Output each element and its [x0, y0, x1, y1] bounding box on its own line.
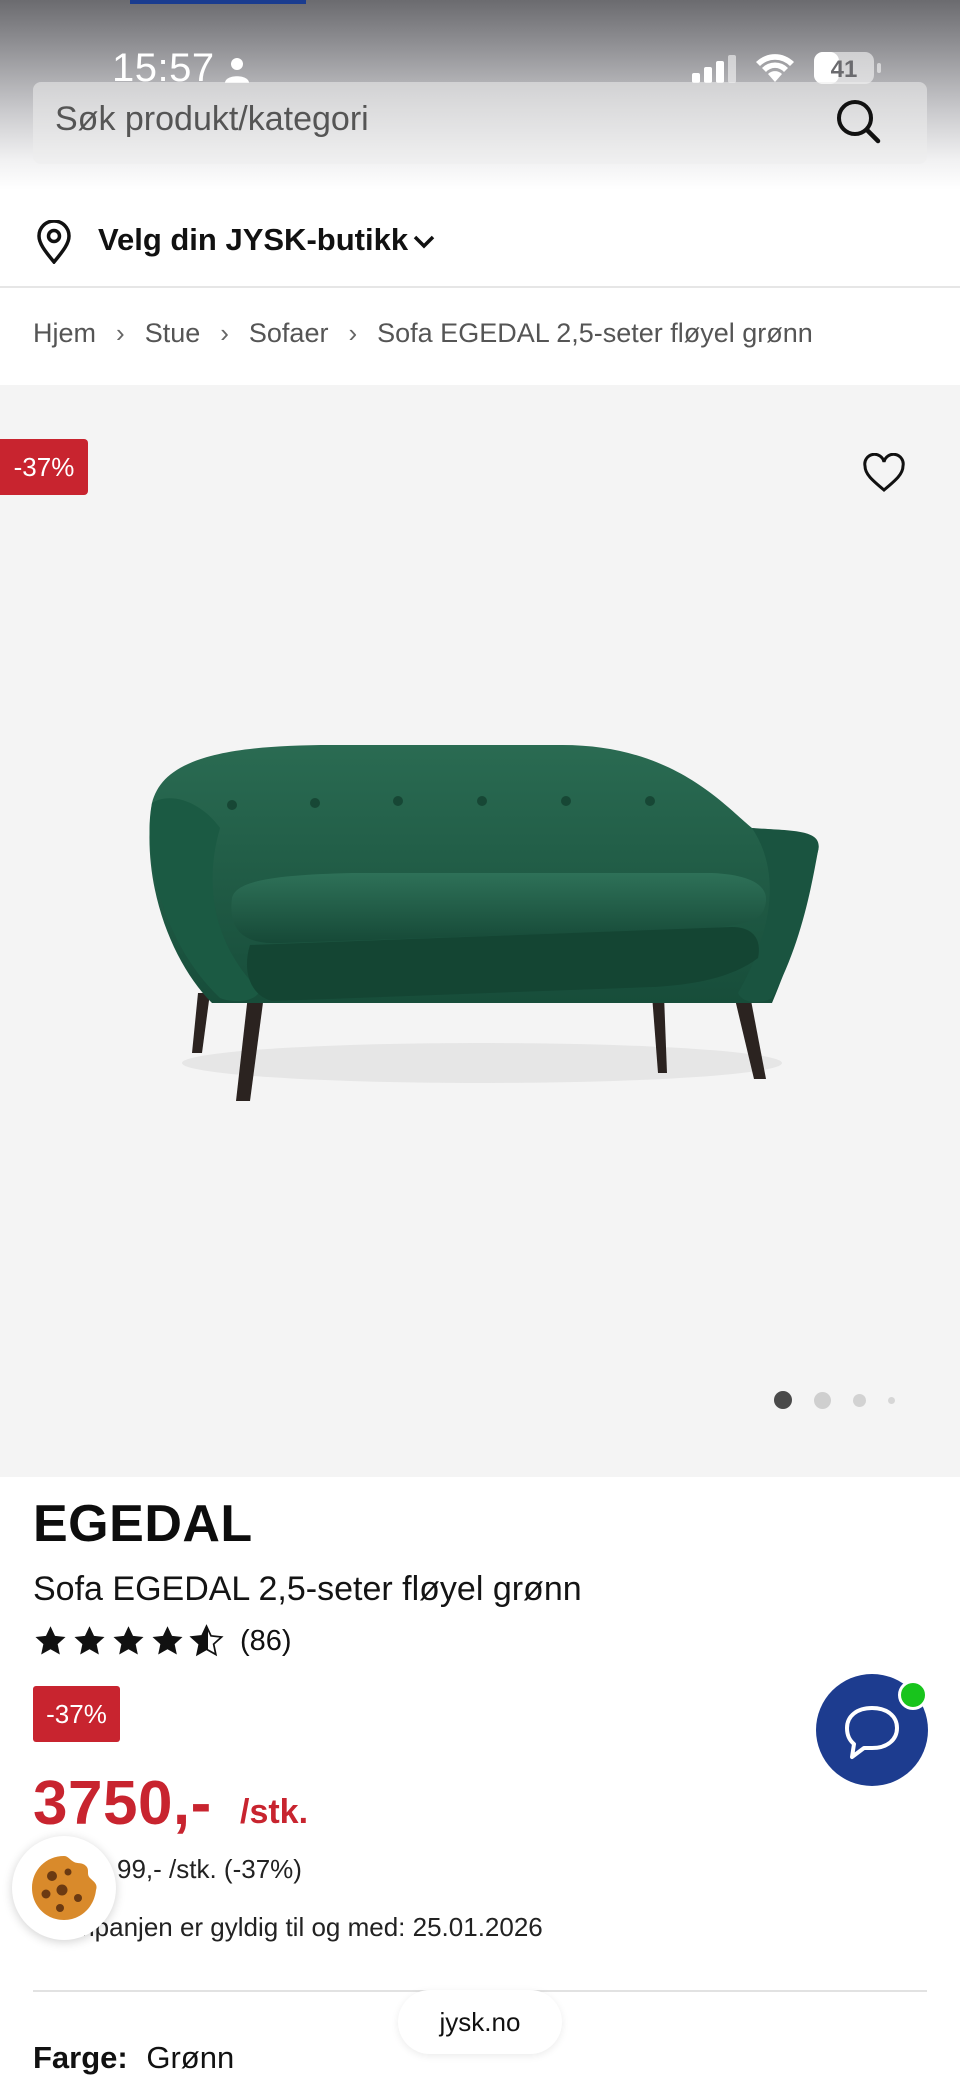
breadcrumb-separator-icon: › [348, 318, 358, 348]
browser-url[interactable]: jysk.no [398, 1990, 562, 2054]
image-dot-2[interactable] [814, 1391, 831, 1409]
search-icon[interactable] [833, 96, 883, 146]
product-image-gallery[interactable]: -37% [0, 385, 960, 1477]
breadcrumb-separator-icon: › [220, 318, 229, 348]
store-selector-label: Velg din JYSK-butikk [98, 222, 409, 257]
star-half-icon [189, 1624, 224, 1657]
price-unit: /stk. [240, 1793, 309, 1831]
breadcrumb-separator-icon: › [116, 318, 125, 348]
star-icon [74, 1626, 105, 1655]
product-brand: EGEDAL [33, 1495, 253, 1553]
product-price: 3750,- [33, 1769, 212, 1838]
chat-bubble-icon [845, 1706, 899, 1759]
image-dot-3[interactable] [853, 1393, 866, 1407]
review-count[interactable]: (86) [240, 1625, 292, 1658]
breadcrumb-stue[interactable]: Stue [145, 318, 201, 349]
cookie-settings-button[interactable] [12, 1836, 116, 1940]
online-status-dot [898, 1680, 928, 1710]
star-icon [152, 1626, 183, 1655]
store-selector[interactable]: Velg din JYSK-butikk [0, 196, 960, 288]
status-indicators: 41 [692, 52, 881, 84]
discount-badge: -37% [0, 439, 88, 495]
product-rating[interactable]: (86) [33, 1624, 292, 1659]
heart-icon[interactable] [862, 453, 906, 493]
star-icon [35, 1626, 66, 1655]
breadcrumb: Hjem › Stue › Sofaer › Sofa EGEDAL 2,5-s… [33, 318, 813, 349]
person-icon [225, 58, 249, 83]
cookie-icon [32, 1856, 97, 1920]
star-icon [113, 1626, 144, 1655]
search-input[interactable]: Søk produkt/kategori [55, 100, 369, 139]
product-name: Sofa EGEDAL 2,5-seter fløyel grønn [33, 1570, 582, 1608]
search-bar[interactable]: Søk produkt/kategori [33, 82, 927, 164]
color-selector[interactable]: Farge: Grønn [33, 2040, 234, 2076]
chevron-down-icon [413, 235, 435, 249]
cellular-signal-icon [692, 53, 736, 83]
campaign-validity: mpanjen er gyldig til og med: 25.01.2026 [73, 1912, 543, 1942]
breadcrumb-current: Sofa EGEDAL 2,5-seter fløyel grønn [377, 318, 813, 348]
color-label: Farge: [33, 2040, 128, 2075]
color-value: Grønn [146, 2040, 235, 2075]
top-header: 15:57 41 Søk produkt/kategori [0, 0, 960, 190]
battery-percent: 41 [830, 56, 858, 83]
battery-icon: 41 [814, 52, 881, 84]
wifi-icon [756, 54, 794, 82]
image-dot-1[interactable] [774, 1391, 792, 1409]
header-logo-edge [130, 0, 306, 4]
image-dot-4[interactable] [888, 1396, 895, 1404]
location-pin-icon [37, 220, 71, 264]
breadcrumb-sofaer[interactable]: Sofaer [249, 318, 329, 349]
breadcrumb-home[interactable]: Hjem [33, 318, 96, 349]
product-image [149, 745, 819, 1101]
discount-badge: -37% [33, 1686, 120, 1742]
image-pagination[interactable] [774, 1391, 895, 1409]
